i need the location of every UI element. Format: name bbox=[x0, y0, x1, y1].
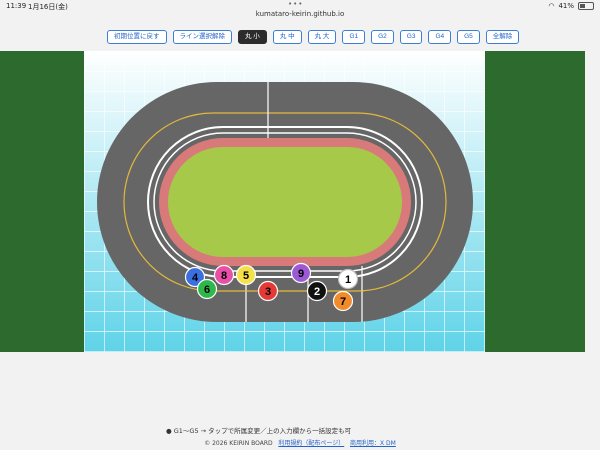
rider-6-number: 6 bbox=[204, 284, 210, 296]
reset-position-button[interactable]: 初期位置に戻す bbox=[107, 30, 167, 44]
infield bbox=[168, 147, 402, 257]
footer: © 2026 KEIRIN BOARD 利用規約（配布ページ） 商用利用：X D… bbox=[0, 438, 600, 447]
field-right bbox=[485, 51, 585, 352]
rider-9[interactable]: 9 bbox=[290, 262, 312, 284]
group-g4-button[interactable]: G4 bbox=[428, 30, 452, 44]
copyright: © 2026 KEIRIN BOARD bbox=[204, 440, 273, 447]
track-svg: 4 8 5 6 3 9 2 1 7 bbox=[84, 51, 485, 352]
toolbar: 初期位置に戻す ライン選択解除 丸 小 丸 中 丸 大 G1 G2 G3 G4 … bbox=[107, 30, 520, 44]
circle-small-button[interactable]: 丸 小 bbox=[238, 30, 267, 44]
group-g1-button[interactable]: G1 bbox=[342, 30, 366, 44]
rider-1[interactable]: 1 bbox=[337, 268, 359, 290]
rider-8[interactable]: 8 bbox=[213, 264, 235, 286]
clear-all-button[interactable]: 全解除 bbox=[485, 30, 520, 44]
rider-3-number: 3 bbox=[265, 286, 271, 298]
rider-7-number: 7 bbox=[340, 296, 346, 308]
rider-9-number: 9 bbox=[298, 268, 304, 280]
field-left bbox=[0, 51, 84, 352]
rider-2-number: 2 bbox=[314, 286, 320, 298]
circle-large-button[interactable]: 丸 大 bbox=[307, 30, 337, 44]
rider-6[interactable]: 6 bbox=[196, 278, 218, 300]
terms-link[interactable]: 利用規約（配布ページ） bbox=[278, 440, 344, 447]
group-g3-button[interactable]: G3 bbox=[399, 30, 423, 44]
rider-5-number: 5 bbox=[243, 270, 249, 282]
battery-icon bbox=[578, 2, 594, 10]
clear-line-selection-button[interactable]: ライン選択解除 bbox=[172, 30, 232, 44]
rider-3[interactable]: 3 bbox=[257, 280, 279, 302]
group-g2-button[interactable]: G2 bbox=[371, 30, 394, 44]
rider-5[interactable]: 5 bbox=[235, 264, 257, 286]
url-bar[interactable]: kumataro-keirin.github.io bbox=[0, 10, 600, 18]
rider-1-number: 1 bbox=[345, 274, 351, 286]
clock: 11:39 bbox=[6, 2, 27, 10]
window-dots[interactable]: ••• bbox=[288, 0, 303, 8]
group-g5-button[interactable]: G5 bbox=[457, 30, 480, 44]
rider-4-number: 4 bbox=[192, 272, 199, 284]
battery-percent: 41% bbox=[558, 2, 574, 10]
commercial-link[interactable]: 商用利用：X DM bbox=[350, 440, 396, 447]
rider-7[interactable]: 7 bbox=[332, 290, 354, 312]
rider-2[interactable]: 2 bbox=[306, 280, 328, 302]
track-board: 4 8 5 6 3 9 2 1 7 bbox=[84, 51, 485, 352]
rider-8-number: 8 bbox=[221, 270, 227, 282]
board-stage: 4 8 5 6 3 9 2 1 7 bbox=[0, 51, 600, 352]
status-icons: ◠ 41% bbox=[548, 2, 594, 10]
circle-medium-button[interactable]: 丸 中 bbox=[272, 30, 302, 44]
help-note: ● G1〜G5 → タップで所属変更／上の入力欄から一括設定も可 bbox=[166, 427, 352, 435]
wifi-icon: ◠ bbox=[548, 2, 555, 10]
